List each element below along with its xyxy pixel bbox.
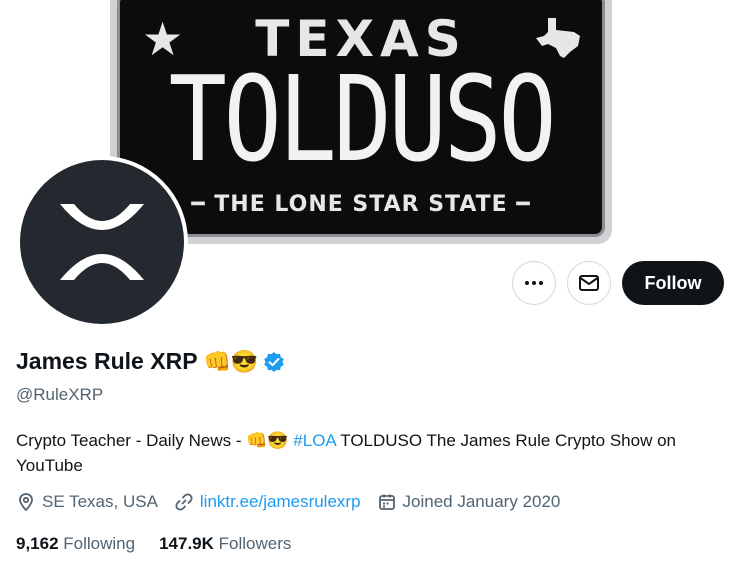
website-link[interactable]: linktr.ee/jamesrulexrp [200,492,361,512]
bio-emojis: 👊😎 [246,431,289,450]
profile-meta: SE Texas, USA linktr.ee/jamesrulexrp Joi… [16,492,576,512]
profile-bio: Crypto Teacher - Daily News - 👊😎 #LOA TO… [16,428,716,478]
name-emojis: 👊😎 [203,348,259,374]
location-item: SE Texas, USA [16,492,158,512]
bio-text-start: Crypto Teacher - Daily News - [16,431,247,450]
more-dots-icon [525,281,543,285]
profile-name-row: James Rule XRP 👊😎 [16,348,285,375]
joined-text: Joined January 2020 [402,492,561,511]
plate-bottom-text: ━ THE LONE STAR STATE ━ [191,192,531,217]
website-item[interactable]: linktr.ee/jamesrulexrp [174,492,361,512]
more-button[interactable] [512,261,556,305]
avatar[interactable] [16,156,188,328]
following-label: Following [63,534,136,553]
following-stat[interactable]: 9,162 Following [16,534,135,554]
followers-stat[interactable]: 147.9K Followers [159,534,291,554]
xrp-logo-icon [60,204,144,280]
profile-stats: 9,162 Following 147.9K Followers [16,534,315,554]
license-plate-image: ★ TEXAS TOLDUSO ━ THE LONE STAR STATE ━ [110,0,612,244]
profile-name: James Rule XRP [16,348,198,374]
location-text: SE Texas, USA [42,492,158,511]
following-count: 9,162 [16,534,59,553]
follow-button[interactable]: Follow [622,261,724,305]
envelope-icon [579,275,599,291]
followers-label: Followers [218,534,292,553]
joined-item: Joined January 2020 [377,492,561,512]
profile-handle: @RuleXRP [16,385,104,404]
plate-main-text: TOLDUSO [168,50,557,188]
location-pin-icon [19,493,33,512]
calendar-icon [378,494,395,510]
link-icon [175,493,193,511]
message-button[interactable] [567,261,611,305]
followers-count: 147.9K [159,534,214,553]
verified-badge-icon[interactable] [263,351,285,373]
bio-hashtag-link[interactable]: #LOA [293,431,336,450]
